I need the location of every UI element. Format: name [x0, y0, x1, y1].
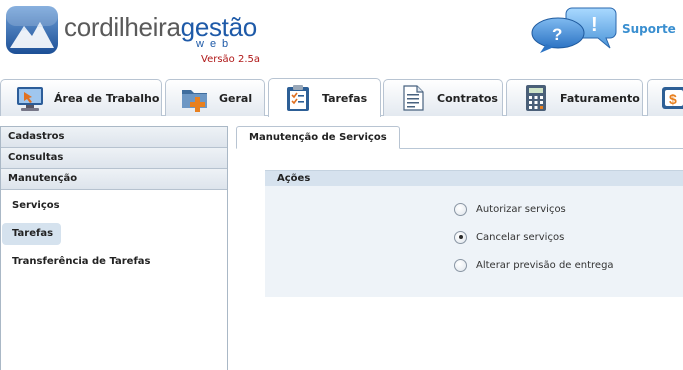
tab-faturamento[interactable]: Faturamento: [506, 79, 643, 116]
sidebar-item-tarefas[interactable]: Tarefas: [2, 223, 61, 245]
sidebar-item-transferencia-de-tarefas[interactable]: Transferência de Tarefas: [2, 251, 227, 273]
svg-text:!: !: [591, 14, 598, 36]
option-autorizar-servicos[interactable]: Autorizar serviços: [454, 201, 566, 217]
svg-text:?: ?: [552, 25, 562, 44]
tab-label: Tarefas: [322, 91, 368, 105]
folder-add-icon: [182, 90, 207, 112]
main-tab-bar: Área de Trabalho Geral Tarefas Contratos…: [0, 76, 683, 117]
radio-button[interactable]: [454, 258, 467, 272]
logo-icon: [6, 6, 58, 54]
calculator-icon: [526, 85, 546, 111]
tab-contratos[interactable]: Contratos: [383, 79, 503, 116]
support-link[interactable]: Suporte: [622, 22, 676, 36]
sidebar-section-consultas[interactable]: Consultas: [1, 148, 227, 169]
sidebar-item-servicos[interactable]: Serviços: [2, 195, 227, 217]
left-sidebar: Cadastros Consultas Manutenção Serviços …: [0, 126, 228, 370]
tab-label: Contratos: [437, 91, 498, 105]
version-label: Versão 2.5a: [201, 54, 260, 65]
logo-subtitle: web: [196, 38, 235, 50]
tab-tarefas[interactable]: Tarefas: [268, 78, 381, 117]
tab-geral[interactable]: Geral: [165, 79, 265, 116]
option-label: Alterar previsão de entrega: [476, 259, 614, 271]
radio-button-checked[interactable]: [454, 230, 467, 244]
tab-label: Geral: [219, 91, 253, 105]
option-label: Autorizar serviços: [476, 203, 566, 215]
desktop-icon: [17, 87, 43, 111]
radio-button[interactable]: [454, 202, 467, 216]
tab-area-de-trabalho[interactable]: Área de Trabalho: [0, 79, 162, 116]
option-label: Cancelar serviços: [476, 231, 565, 243]
acoes-title: Ações: [265, 170, 683, 186]
option-alterar-previsao-de-entrega[interactable]: Alterar previsão de entrega: [454, 257, 614, 273]
app-header: cordilheiragestão web Versão 2.5a ! ? Su…: [0, 0, 683, 76]
support-chat-icon[interactable]: ! ?: [528, 4, 620, 54]
option-cancelar-servicos[interactable]: Cancelar serviços: [454, 229, 564, 245]
sidebar-section-manutencao[interactable]: Manutenção: [1, 169, 227, 190]
clipboard-check-icon: [287, 85, 309, 111]
sidebar-section-cadastros[interactable]: Cadastros: [1, 127, 227, 148]
logo-main-text: cordilheira: [64, 12, 181, 42]
svg-text:$: $: [669, 91, 677, 107]
tab-label: Área de Trabalho: [54, 91, 160, 105]
tab-manutencao-de-servicos[interactable]: Manutenção de Serviços: [236, 126, 400, 149]
sidebar-manutencao-list: Serviços Tarefas Transferência de Tarefa…: [1, 190, 227, 273]
document-icon: [403, 85, 424, 111]
acoes-panel: Ações Autorizar serviços Cancelar serviç…: [265, 170, 683, 297]
tab-label: Faturamento: [560, 91, 640, 105]
money-icon: $: [662, 87, 683, 109]
tab-financeiro-partial[interactable]: $: [647, 79, 683, 116]
content-tab-strip: Manutenção de Serviços: [236, 126, 683, 149]
